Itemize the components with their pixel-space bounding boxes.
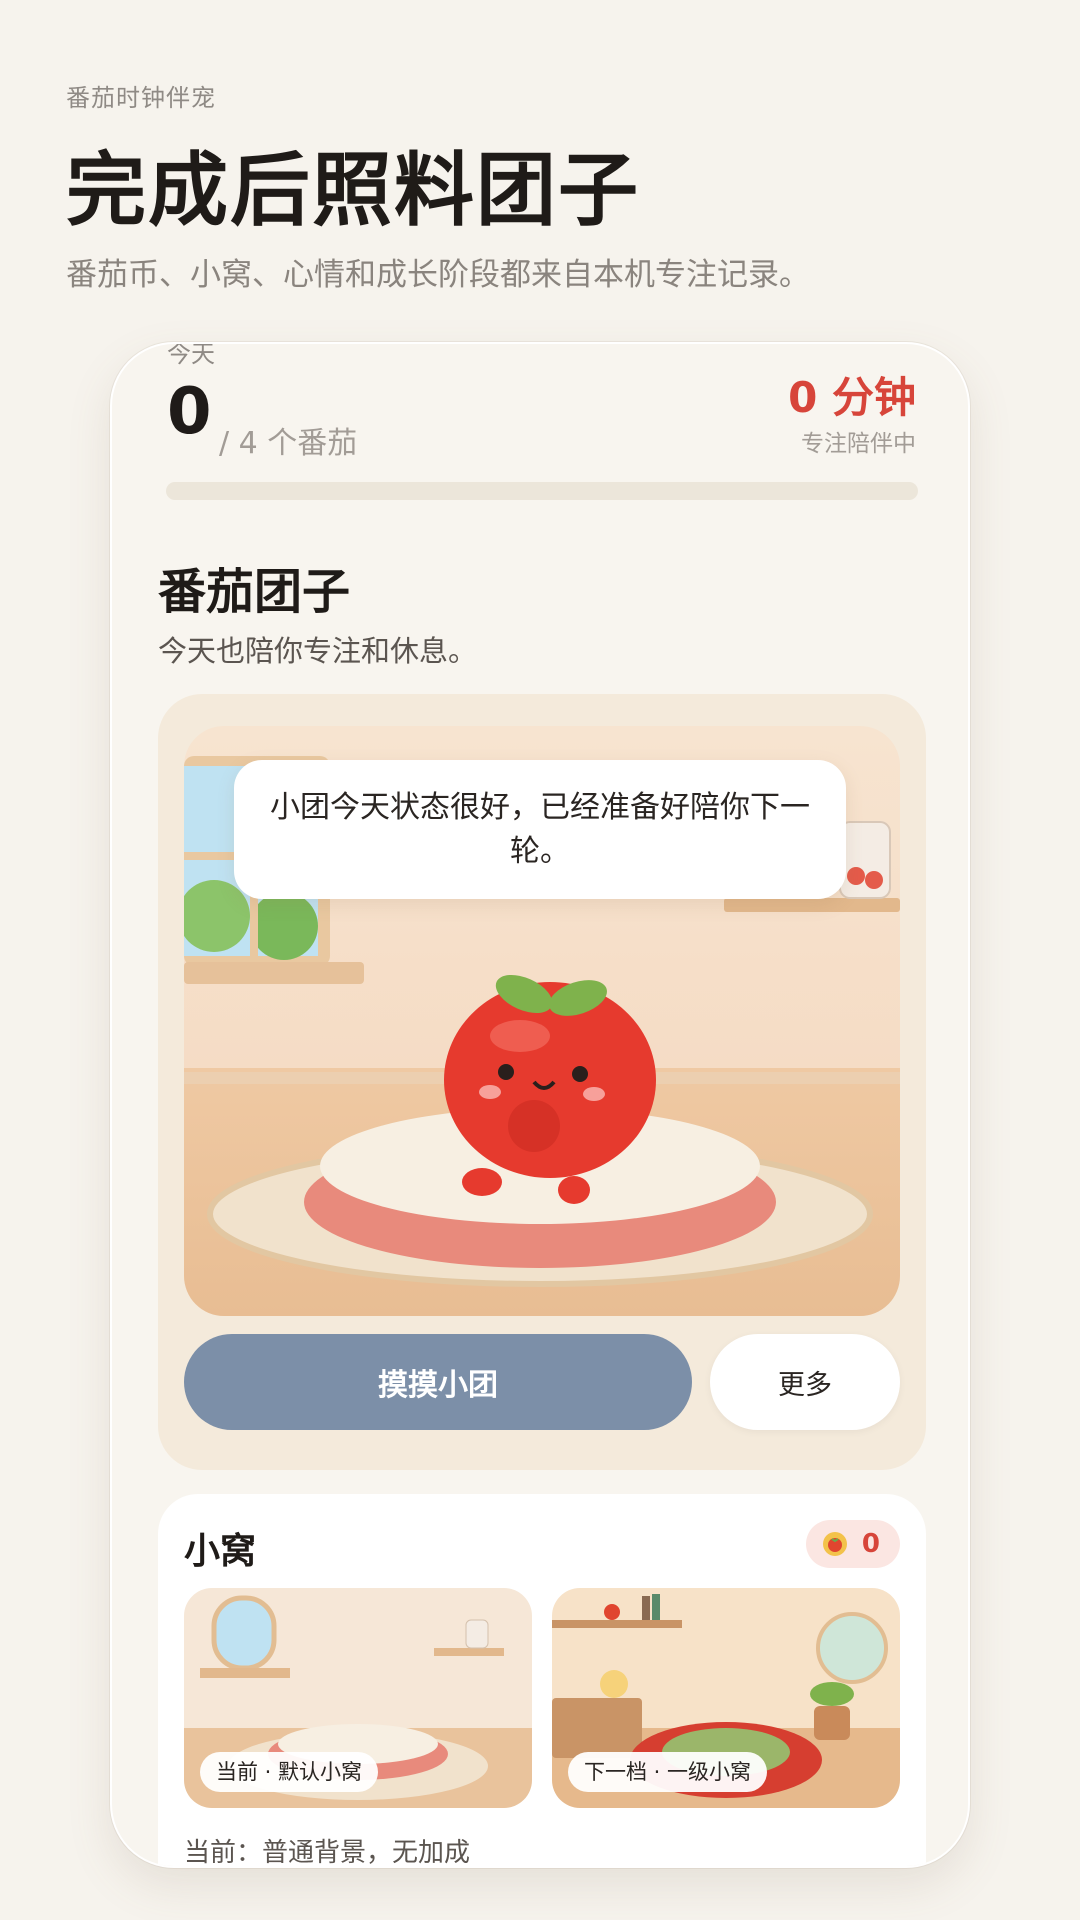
pet-name: 番茄团子 — [158, 564, 351, 620]
phone-frame: 今天 0 / 4 个番茄 0 分钟 专注陪伴中 番茄团子 今天也陪你专注和休息。 — [110, 342, 970, 1868]
pet-button[interactable]: 摸摸小团 — [184, 1334, 692, 1430]
pet-room-scene[interactable]: 小团今天状态很好，已经准备好陪你下一轮。 — [184, 726, 900, 1316]
app-eyebrow: 番茄时钟伴宠 — [66, 84, 216, 112]
focus-status: 专注陪伴中 — [801, 431, 916, 457]
coin-balance: 0 — [805, 1520, 900, 1568]
candy-jar — [839, 821, 891, 899]
page-header: 番茄时钟伴宠 完成后照料团子 番茄币、小窝、心情和成长阶段都来自本机专注记录。 — [66, 78, 1014, 294]
window-sill — [184, 962, 364, 984]
daily-progress-bar — [166, 482, 918, 500]
more-button[interactable]: 更多 — [710, 1334, 900, 1430]
coin-count: 0 — [861, 1529, 880, 1559]
nest-option-next[interactable]: 下一档 · 一级小窝 — [552, 1588, 900, 1808]
pet-description: 今天也陪你专注和休息。 — [158, 634, 478, 668]
tomato-goal: / 4 个番茄 — [219, 426, 358, 461]
today-label: 今天 — [167, 342, 215, 368]
nest-tag-current: 当前 · 默认小窝 — [200, 1752, 379, 1792]
pet-card: 小团今天状态很好，已经准备好陪你下一轮。 摸摸小团 更多 — [158, 694, 926, 1470]
wall-shelf — [724, 898, 900, 912]
page-title: 完成后照料团子 — [66, 144, 640, 237]
tomato-coin-icon — [822, 1532, 847, 1556]
tomato-count: 0 — [167, 375, 212, 449]
nest-option-current[interactable]: 当前 · 默认小窝 — [184, 1588, 532, 1808]
focus-minutes: 0 分钟 — [788, 373, 916, 422]
nest-card: 小窝 0 当前 · 默认小窝 下一档 · 一级小窝 当前：普通背景，无加成 — [158, 1494, 926, 1868]
nest-status-note: 当前：普通背景，无加成 — [184, 1838, 471, 1868]
pet-speech-bubble: 小团今天状态很好，已经准备好陪你下一轮。 — [234, 760, 846, 899]
tomato-pet — [444, 982, 656, 1178]
page-subtitle: 番茄币、小窝、心情和成长阶段都来自本机专注记录。 — [66, 257, 810, 293]
pet-eye — [498, 1064, 514, 1080]
nest-tag-next: 下一档 · 一级小窝 — [568, 1752, 768, 1792]
nest-title: 小窝 — [184, 1531, 257, 1572]
tree-bush-2 — [250, 892, 318, 960]
